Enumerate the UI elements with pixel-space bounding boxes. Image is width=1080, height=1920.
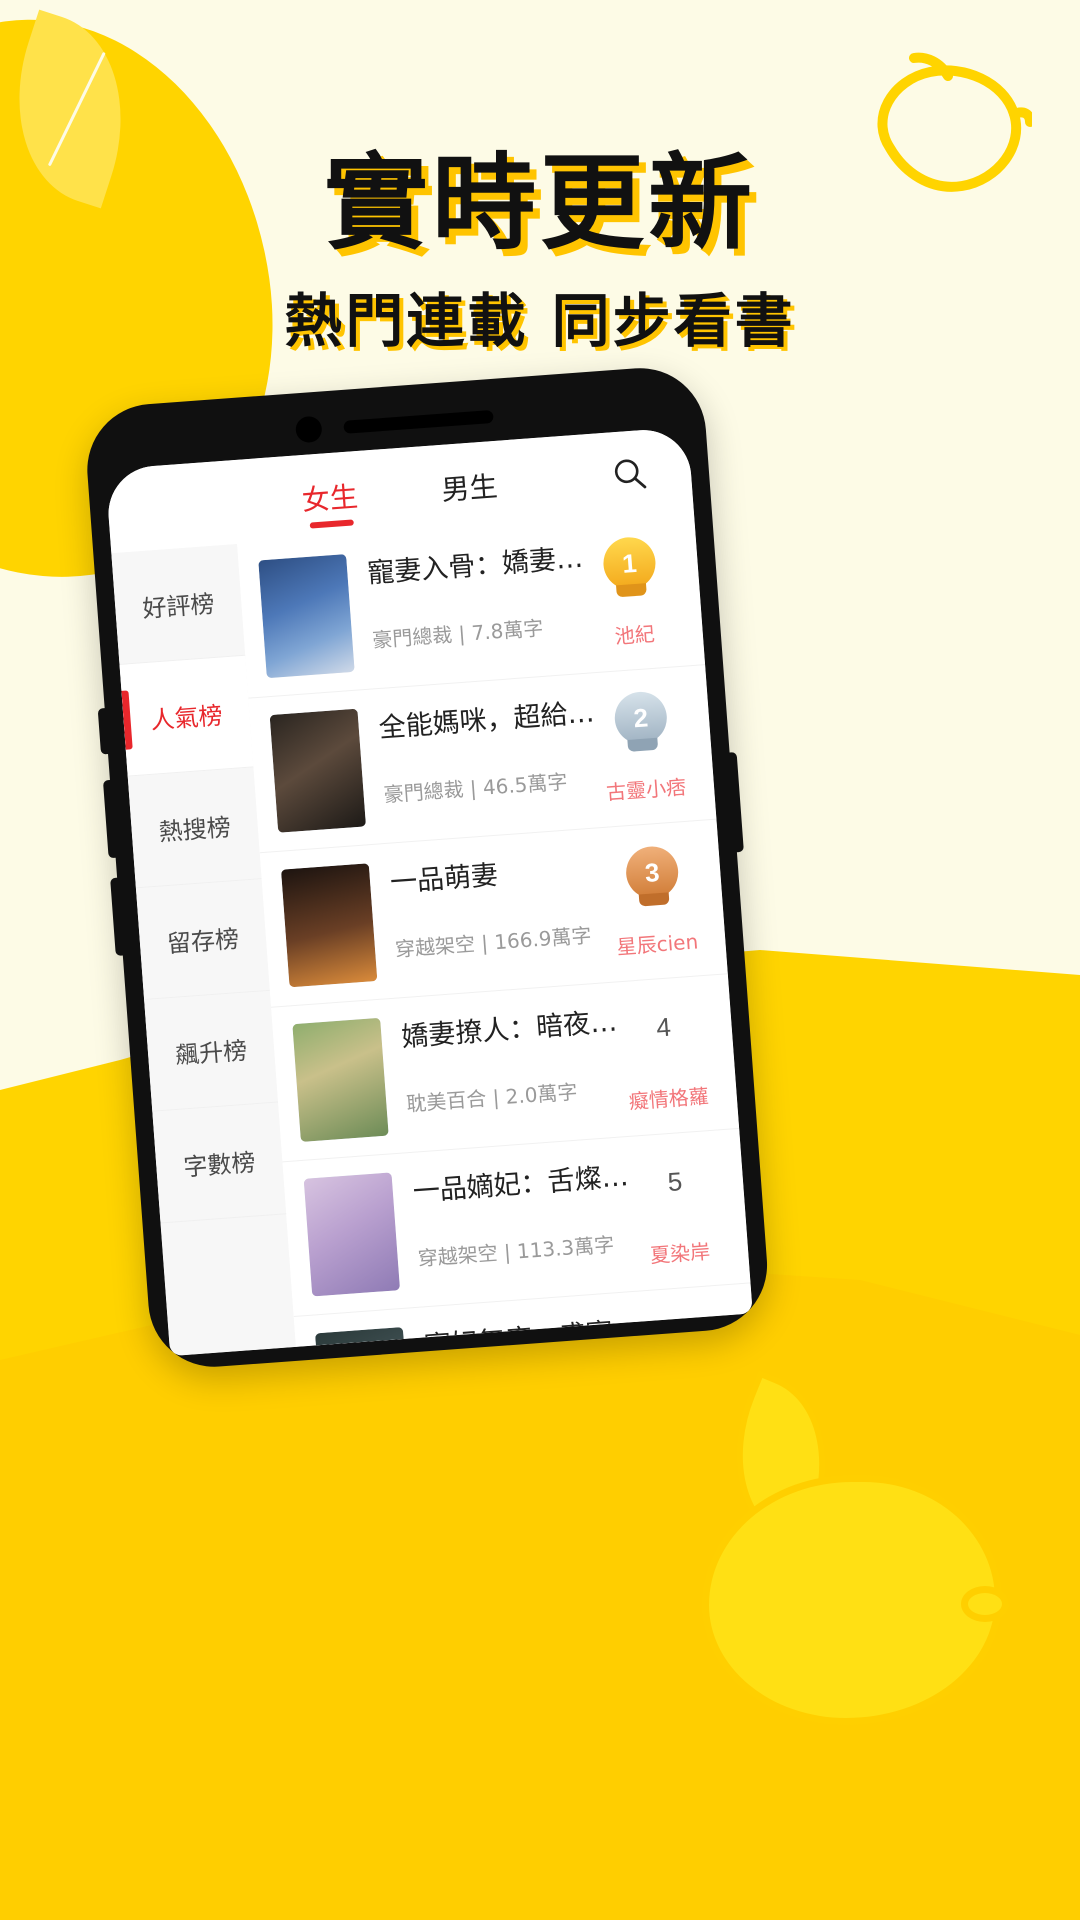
book-info: 一品嫡妃：舌燦蓮花 穿越架空 | 113.3萬字 <box>391 1155 634 1273</box>
cover-art <box>280 863 378 988</box>
book-cover <box>315 1326 412 1347</box>
book-rank-area: 5 夏染岸 <box>627 1148 727 1269</box>
tab-female[interactable]: 女生 <box>300 475 360 529</box>
rank-badge: 4 <box>655 1011 672 1043</box>
book-cover <box>292 1017 389 1142</box>
sidebar-item-good-reviews[interactable]: 好評榜 <box>111 544 246 665</box>
book-rank-area: 2 古靈小痞 <box>593 685 693 806</box>
sidebar-item-wordcount[interactable]: 字數榜 <box>152 1102 287 1224</box>
book-info: 嬌妻撩人：暗夜總裁强… 耽美百合 | 2.0萬字 <box>380 1001 623 1119</box>
phone-notch <box>279 402 510 445</box>
cover-art <box>303 1172 401 1297</box>
phone-screen: 女生 男生 好評榜 人氣榜 熱搜榜 留存榜 飆升榜 字數榜 寵妻入骨：嬌妻難養 … <box>105 426 753 1357</box>
phone-power-button <box>727 751 744 853</box>
hero-headline: 實時更新 熱門連載 同步看書 <box>0 148 1080 358</box>
camera-icon <box>294 415 323 444</box>
sidebar-item-retention[interactable]: 留存榜 <box>135 879 270 1001</box>
book-info: 寵妻入骨：嬌妻難養 豪門總裁 | 7.8萬字 <box>346 537 589 655</box>
book-info: 一品萌妻 穿越架空 | 166.9萬字 <box>369 846 612 964</box>
book-meta: 穿越架空 | 113.3萬字 <box>416 1232 615 1272</box>
book-title: 寵妃無度：盛寵逆天小… <box>423 1315 641 1347</box>
book-author: 池紀 <box>613 621 656 649</box>
book-info: 寵妃無度：盛寵逆天小… 穿越架空 | 105.1萬字 <box>403 1310 646 1347</box>
book-title: 寵妻入骨：嬌妻難養 <box>366 542 585 590</box>
page-subtitle: 熱門連載 同步看書 <box>284 287 796 356</box>
book-meta: 穿越架空 | 166.9萬字 <box>394 923 593 962</box>
book-meta: 耽美百合 | 2.0萬字 <box>405 1079 579 1117</box>
book-author: 古靈小痞 <box>605 774 687 805</box>
book-cover <box>269 708 367 833</box>
rank-badge: 6 <box>677 1320 695 1347</box>
sidebar-item-popularity[interactable]: 人氣榜 <box>119 655 254 777</box>
cover-art <box>269 708 367 833</box>
speaker-icon <box>343 409 494 434</box>
cover-art <box>315 1326 412 1347</box>
page-title: 實時更新 <box>323 142 756 264</box>
rank-badge: 1 <box>601 535 658 592</box>
book-rank-area: 6 琉璃狂人 <box>638 1303 738 1347</box>
book-cover <box>280 863 378 988</box>
sidebar-item-rising[interactable]: 飆升榜 <box>144 990 279 1112</box>
tab-male[interactable]: 男生 <box>440 465 500 519</box>
app-body: 好評榜 人氣榜 熱搜榜 留存榜 飆升榜 字數榜 寵妻入骨：嬌妻難養 豪門總裁 |… <box>111 510 753 1357</box>
rank-badge: 3 <box>624 844 680 901</box>
book-rank-area: 3 星辰cien <box>604 839 704 960</box>
book-ranking-list[interactable]: 寵妻入骨：嬌妻難養 豪門總裁 | 7.8萬字 1 池紀 全能媽咪，超給力！ 豪門… <box>236 510 753 1347</box>
book-info: 全能媽咪，超給力！ 豪門總裁 | 46.5萬字 <box>357 691 600 809</box>
phone-mockup: 女生 男生 好評榜 人氣榜 熱搜榜 留存榜 飆升榜 字數榜 寵妻入骨：嬌妻難養 … <box>82 358 854 1397</box>
phone-frame: 女生 男生 好評榜 人氣榜 熱搜榜 留存榜 飆升榜 字數榜 寵妻入骨：嬌妻難養 … <box>82 363 772 1372</box>
book-cover <box>258 554 355 679</box>
cover-art <box>292 1017 389 1142</box>
book-title: 一品萌妻 <box>389 859 500 899</box>
rank-badge: 5 <box>666 1166 684 1198</box>
lemon-decoration-bottom-right <box>702 1475 1009 1725</box>
book-meta: 豪門總裁 | 46.5萬字 <box>382 769 569 808</box>
book-author: 星辰cien <box>615 929 699 960</box>
book-title: 全能媽咪，超給力！ <box>377 697 596 745</box>
book-rank-area: 4 癡情格蘿 <box>615 994 715 1115</box>
book-author: 癡情格蘿 <box>628 1083 710 1114</box>
book-rank-area: 1 池紀 <box>581 530 681 651</box>
sidebar-item-hot-search[interactable]: 熱搜榜 <box>127 767 262 889</box>
book-author: 夏染岸 <box>649 1239 711 1268</box>
book-meta: 豪門總裁 | 7.8萬字 <box>371 616 545 653</box>
rank-badge: 2 <box>612 690 669 746</box>
cover-art <box>258 554 355 679</box>
book-cover <box>303 1172 401 1297</box>
book-title: 一品嫡妃：舌燦蓮花 <box>411 1161 630 1208</box>
book-title: 嬌妻撩人：暗夜總裁强… <box>400 1006 619 1054</box>
search-icon[interactable] <box>612 456 648 492</box>
gender-tab-bar: 女生 男生 <box>300 465 499 529</box>
